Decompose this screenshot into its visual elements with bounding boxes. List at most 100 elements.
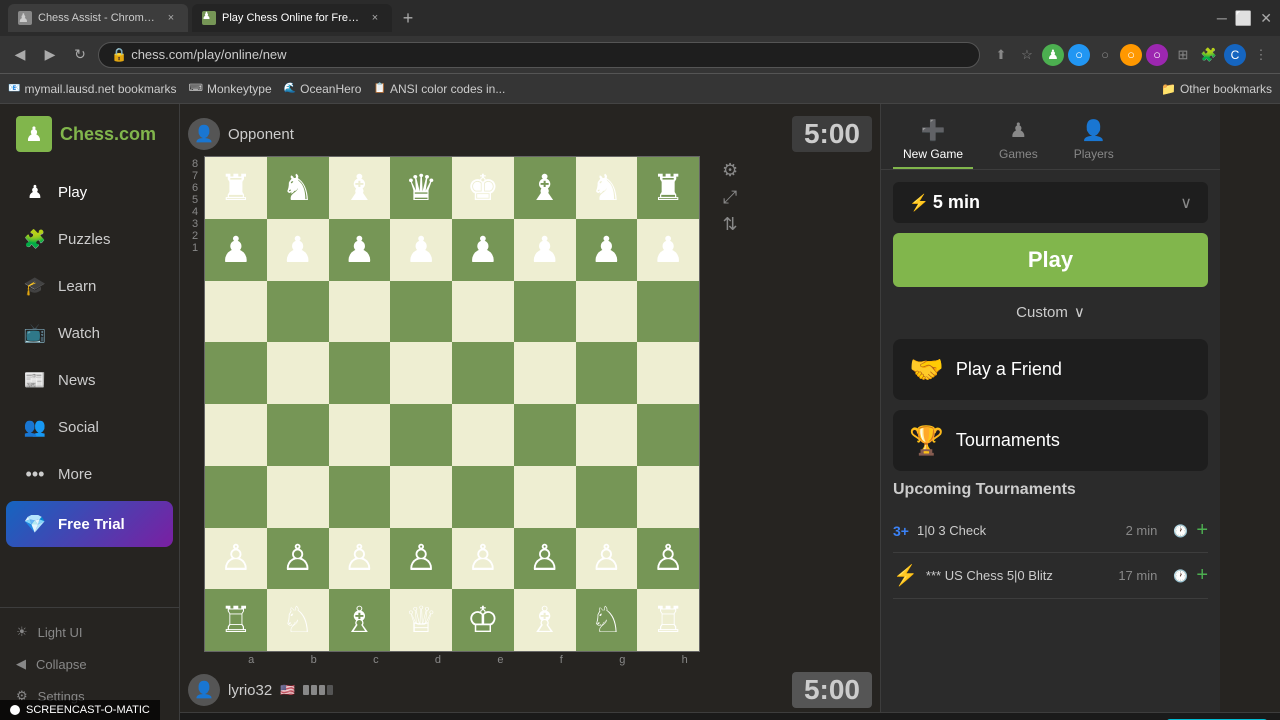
tab-games[interactable]: ♟ Games bbox=[989, 112, 1048, 169]
bookmark-4[interactable]: 📋 ANSI color codes in... bbox=[373, 82, 505, 96]
square-2-0[interactable]: ♙ bbox=[205, 528, 267, 590]
square-3-1[interactable] bbox=[267, 466, 329, 528]
square-5-2[interactable] bbox=[329, 342, 391, 404]
square-4-2[interactable] bbox=[329, 404, 391, 466]
tournament-1-add-button[interactable]: + bbox=[1196, 519, 1208, 542]
share-icon[interactable]: ⬆ bbox=[990, 44, 1012, 66]
square-8-2[interactable]: ♝ bbox=[329, 157, 391, 219]
square-5-6[interactable] bbox=[576, 342, 638, 404]
tab-players[interactable]: 👤 Players bbox=[1064, 112, 1124, 169]
other-bookmarks[interactable]: 📁 Other bookmarks bbox=[1161, 82, 1272, 96]
extension-icon-5[interactable]: ⊞ bbox=[1172, 44, 1194, 66]
square-7-4[interactable]: ♟ bbox=[452, 219, 514, 281]
square-4-5[interactable] bbox=[514, 404, 576, 466]
square-6-4[interactable] bbox=[452, 281, 514, 343]
extension-icon-1[interactable]: ○ bbox=[1068, 44, 1090, 66]
square-4-4[interactable] bbox=[452, 404, 514, 466]
square-7-1[interactable]: ♟ bbox=[267, 219, 329, 281]
square-7-2[interactable]: ♟ bbox=[329, 219, 391, 281]
custom-button[interactable]: Custom ∨ bbox=[893, 297, 1208, 327]
square-1-3[interactable]: ♕ bbox=[390, 589, 452, 651]
new-tab-button[interactable]: + bbox=[396, 6, 420, 30]
sidebar-item-free-trial[interactable]: 💎 Free Trial bbox=[6, 501, 173, 547]
square-8-4[interactable]: ♚ bbox=[452, 157, 514, 219]
square-3-2[interactable] bbox=[329, 466, 391, 528]
profile-icon[interactable]: C bbox=[1224, 44, 1246, 66]
square-6-1[interactable] bbox=[267, 281, 329, 343]
extension-icon-3[interactable]: ○ bbox=[1120, 44, 1142, 66]
square-5-7[interactable] bbox=[637, 342, 699, 404]
square-5-4[interactable] bbox=[452, 342, 514, 404]
square-4-0[interactable] bbox=[205, 404, 267, 466]
tab-new-game[interactable]: ➕ New Game bbox=[893, 112, 973, 169]
sidebar-item-watch[interactable]: 📺 Watch bbox=[6, 310, 173, 356]
square-5-1[interactable] bbox=[267, 342, 329, 404]
square-2-6[interactable]: ♙ bbox=[576, 528, 638, 590]
square-6-2[interactable] bbox=[329, 281, 391, 343]
square-1-5[interactable]: ♗ bbox=[514, 589, 576, 651]
square-1-4[interactable]: ♔ bbox=[452, 589, 514, 651]
square-3-4[interactable] bbox=[452, 466, 514, 528]
square-8-7[interactable]: ♜ bbox=[637, 157, 699, 219]
square-8-6[interactable]: ♞ bbox=[576, 157, 638, 219]
square-4-3[interactable] bbox=[390, 404, 452, 466]
chess-board[interactable]: ♜♞♝♛♚♝♞♜♟♟♟♟♟♟♟♟♙♙♙♙♙♙♙♙♖♘♗♕♔♗♘♖ bbox=[204, 156, 700, 652]
square-2-2[interactable]: ♙ bbox=[329, 528, 391, 590]
tab-1[interactable]: ♟ Chess Assist - Chrome Web Sto... × bbox=[8, 4, 188, 32]
play-friend-card[interactable]: 🤝 Play a Friend bbox=[893, 339, 1208, 400]
bookmark-1[interactable]: 📧 mymail.lausd.net bookmarks bbox=[8, 82, 177, 96]
forward-button[interactable]: ▶ bbox=[38, 43, 62, 67]
square-8-0[interactable]: ♜ bbox=[205, 157, 267, 219]
square-2-3[interactable]: ♙ bbox=[390, 528, 452, 590]
tournaments-card[interactable]: 🏆 Tournaments bbox=[893, 410, 1208, 471]
square-1-0[interactable]: ♖ bbox=[205, 589, 267, 651]
logo[interactable]: ♟ Chess.com bbox=[0, 104, 179, 164]
square-7-6[interactable]: ♟ bbox=[576, 219, 638, 281]
square-3-6[interactable] bbox=[576, 466, 638, 528]
tournament-row-1[interactable]: 3+ 1|0 3 Check 2 min 🕐 + bbox=[893, 509, 1208, 553]
sidebar-item-social[interactable]: 👥 Social bbox=[6, 404, 173, 450]
tournament-2-add-button[interactable]: + bbox=[1196, 564, 1208, 587]
reload-button[interactable]: ↻ bbox=[68, 43, 92, 67]
square-5-5[interactable] bbox=[514, 342, 576, 404]
square-2-7[interactable]: ♙ bbox=[637, 528, 699, 590]
square-7-3[interactable]: ♟ bbox=[390, 219, 452, 281]
square-4-7[interactable] bbox=[637, 404, 699, 466]
square-6-5[interactable] bbox=[514, 281, 576, 343]
square-2-4[interactable]: ♙ bbox=[452, 528, 514, 590]
square-4-6[interactable] bbox=[576, 404, 638, 466]
square-7-0[interactable]: ♟ bbox=[205, 219, 267, 281]
sidebar-item-news[interactable]: 📰 News bbox=[6, 357, 173, 403]
square-5-0[interactable] bbox=[205, 342, 267, 404]
sidebar-item-learn[interactable]: 🎓 Learn bbox=[6, 263, 173, 309]
square-8-3[interactable]: ♛ bbox=[390, 157, 452, 219]
sidebar-item-more[interactable]: ••• More bbox=[6, 451, 173, 497]
square-2-1[interactable]: ♙ bbox=[267, 528, 329, 590]
square-7-7[interactable]: ♟ bbox=[637, 219, 699, 281]
square-8-5[interactable]: ♝ bbox=[514, 157, 576, 219]
bookmark-2[interactable]: ⌨ Monkeytype bbox=[189, 82, 272, 96]
square-6-7[interactable] bbox=[637, 281, 699, 343]
square-7-5[interactable]: ♟ bbox=[514, 219, 576, 281]
minimize-icon[interactable]: ─ bbox=[1217, 10, 1227, 26]
square-3-5[interactable] bbox=[514, 466, 576, 528]
tournament-row-2[interactable]: ⚡ *** US Chess 5|0 Blitz 17 min 🕐 + bbox=[893, 553, 1208, 599]
square-3-0[interactable] bbox=[205, 466, 267, 528]
close-icon[interactable]: ✕ bbox=[1260, 10, 1272, 27]
play-button[interactable]: Play bbox=[893, 233, 1208, 287]
light-ui-button[interactable]: ☀ Light UI bbox=[0, 616, 179, 648]
restore-icon[interactable]: ⬜ bbox=[1235, 10, 1252, 27]
square-4-1[interactable] bbox=[267, 404, 329, 466]
square-3-7[interactable] bbox=[637, 466, 699, 528]
settings-board-button[interactable]: ⚙ bbox=[722, 160, 738, 181]
extension-icon-6[interactable]: 🧩 bbox=[1198, 44, 1220, 66]
back-button[interactable]: ◀ bbox=[8, 43, 32, 67]
square-1-2[interactable]: ♗ bbox=[329, 589, 391, 651]
tab-1-close[interactable]: × bbox=[164, 11, 178, 25]
square-2-5[interactable]: ♙ bbox=[514, 528, 576, 590]
flip-board-button[interactable]: ⇅ bbox=[723, 214, 738, 235]
tab-2-close[interactable]: × bbox=[368, 11, 382, 25]
square-6-6[interactable] bbox=[576, 281, 638, 343]
address-bar[interactable]: 🔒 chess.com/play/online/new bbox=[98, 42, 980, 68]
square-1-7[interactable]: ♖ bbox=[637, 589, 699, 651]
